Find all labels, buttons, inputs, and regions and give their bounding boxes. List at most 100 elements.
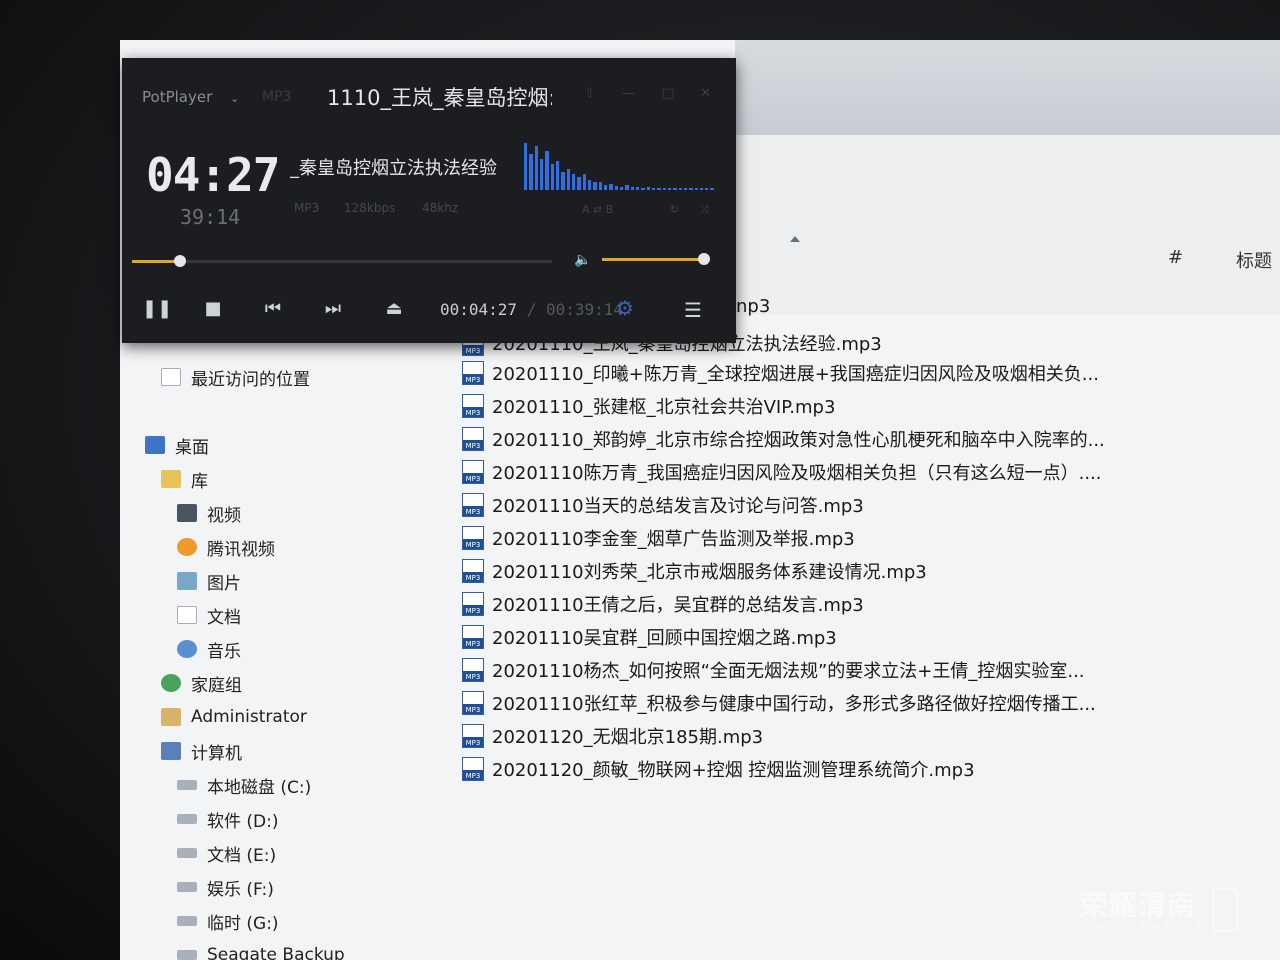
- seek-bar-handle[interactable]: [173, 255, 186, 267]
- pause-icon[interactable]: ❚❚: [142, 298, 172, 319]
- spectrum-bar: [625, 185, 629, 190]
- spectrum-bar: [678, 188, 682, 190]
- file-name: 20201120_无烟北京185期.mp3: [492, 726, 764, 748]
- volume-slider[interactable]: [602, 253, 710, 265]
- spectrum-bar: [529, 154, 533, 190]
- nav-item[interactable]: 库: [145, 462, 445, 496]
- nav-item[interactable]: Administrator: [145, 700, 445, 734]
- spectrum-bar: [657, 188, 661, 190]
- nav-item[interactable]: 家庭组: [145, 666, 445, 700]
- list-item[interactable]: 20201110刘秀荣_北京市戒烟服务体系建设情况.mp3: [462, 554, 1280, 587]
- file-name: 20201120_颜敏_物联网+控烟 控烟监测管理系统简介.mp3: [492, 759, 975, 781]
- list-item[interactable]: 20201110当天的总结发言及讨论与问答.mp3: [462, 488, 1280, 521]
- mp3-file-icon: [462, 558, 484, 583]
- mp3-file-icon: [462, 723, 484, 748]
- spectrum-visualizer: [524, 138, 714, 190]
- mp3-file-icon: [462, 393, 484, 418]
- nav-item[interactable]: 软件 (D:): [145, 802, 445, 836]
- next-icon[interactable]: ⏭: [321, 298, 345, 319]
- watermark-logo: 荣耀渭南: [1080, 889, 1197, 922]
- mp3-file-icon: [462, 360, 484, 385]
- volume-slider-handle[interactable]: [698, 253, 710, 265]
- list-item[interactable]: 20201110李金奎_烟草广告监测及举报.mp3: [462, 521, 1280, 554]
- spectrum-bar: [694, 188, 698, 190]
- list-item[interactable]: 20201110陈万青_我国癌症归因风险及吸烟相关负担（只有这么短一点）....: [462, 455, 1280, 488]
- nav-item[interactable]: 本地磁盘 (C:): [145, 768, 445, 802]
- spectrum-bar: [534, 146, 538, 190]
- nav-item-label: Administrator: [191, 707, 307, 727]
- nav-item-label: 计算机: [191, 743, 242, 764]
- track-title: _秦皇岛控烟立法执法经验: [290, 158, 497, 179]
- list-item[interactable]: 20201110吴宜群_回顾中国控烟之路.mp3: [462, 620, 1280, 653]
- spectrum-bar: [524, 143, 528, 190]
- format-tag: MP3: [262, 89, 292, 105]
- nav-item-label: 家庭组: [191, 675, 242, 696]
- minimize-icon[interactable]: —: [622, 86, 636, 101]
- menu-icon[interactable]: ☰: [684, 298, 702, 322]
- seek-bar[interactable]: [132, 255, 552, 267]
- nav-item-label: 最近访问的位置: [191, 369, 310, 390]
- list-item[interactable]: 20201110王倩之后，吴宜群的总结发言.mp3: [462, 587, 1280, 620]
- player-brand[interactable]: PotPlayer: [142, 88, 212, 106]
- volume-icon[interactable]: 🔈: [574, 252, 591, 268]
- spectrum-bar: [561, 172, 565, 190]
- file-name: 20201110_张建枢_北京社会共治VIP.mp3: [492, 396, 836, 418]
- mp3-file-icon: [462, 492, 484, 517]
- nav-item[interactable]: 桌面: [145, 428, 445, 462]
- nav-item[interactable]: 音乐: [145, 632, 445, 666]
- nav-item-label: 音乐: [207, 641, 241, 662]
- column-header-title[interactable]: 标题: [1236, 247, 1272, 273]
- stop-icon[interactable]: ■: [201, 298, 225, 319]
- mp3-file-icon: [462, 426, 484, 451]
- sort-arrow-icon[interactable]: [790, 236, 800, 242]
- drive-icon: [177, 848, 197, 858]
- pin-icon[interactable]: ⇧: [584, 86, 598, 101]
- nav-item[interactable]: 娱乐 (F:): [145, 870, 445, 904]
- nav-item-label: 腾讯视频: [207, 539, 275, 560]
- list-item[interactable]: 20201110_印曦+陈万青_全球控烟进展+我国癌症归因风险及吸烟相关负...: [462, 356, 1280, 389]
- close-icon[interactable]: ✕: [700, 86, 714, 101]
- nav-item[interactable]: 视频: [145, 496, 445, 530]
- shuffle-icon[interactable]: ⤨: [700, 203, 709, 217]
- a-b-repeat-icon[interactable]: A ⇄ B: [582, 203, 613, 216]
- drive-icon: [177, 950, 197, 960]
- time-total: / 00:39:14: [526, 300, 624, 319]
- video-icon: [177, 504, 197, 522]
- nav-item[interactable]: 文档: [145, 598, 445, 632]
- bitrate-label: 128kbps: [344, 201, 396, 215]
- list-item[interactable]: 20201120_无烟北京185期.mp3: [462, 719, 1280, 752]
- nav-item[interactable]: 腾讯视频: [145, 530, 445, 564]
- spectrum-bar: [593, 182, 597, 190]
- nav-item[interactable]: Seagate Backup: [145, 938, 445, 960]
- nav-item[interactable]: 临时 (G:): [145, 904, 445, 938]
- nav-item[interactable]: 图片: [145, 564, 445, 598]
- loop-icon[interactable]: ↻: [670, 203, 679, 216]
- list-item[interactable]: 20201110杨杰_如何按照“全面无烟法规”的要求立法+王倩_控烟实验室...: [462, 653, 1280, 686]
- gear-icon[interactable]: ⚙: [616, 296, 634, 320]
- column-header-number[interactable]: #: [1168, 247, 1183, 268]
- list-item[interactable]: 20201110_张建枢_北京社会共治VIP.mp3: [462, 389, 1280, 422]
- drive-icon: [177, 780, 197, 790]
- nav-item-label: 文档: [207, 607, 241, 628]
- list-item[interactable]: 20201120_颜敏_物联网+控烟 控烟监测管理系统简介.mp3: [462, 752, 1280, 785]
- list-item[interactable]: 20201110_郑韵婷_北京市综合控烟政策对急性心肌梗死和脑卒中入院率的...: [462, 422, 1280, 455]
- previous-icon[interactable]: ⏮: [261, 298, 285, 319]
- nav-item[interactable]: 计算机: [145, 734, 445, 768]
- mp3-file-icon: [462, 459, 484, 484]
- eject-icon[interactable]: ⏏: [382, 298, 406, 319]
- nav-item[interactable]: 最近访问的位置: [145, 360, 445, 394]
- maximize-icon[interactable]: □: [662, 86, 676, 101]
- nav-item[interactable]: 文档 (E:): [145, 836, 445, 870]
- list-item[interactable]: 20201110张红苹_积极参与健康中国行动，多形式多路径做好控烟传播工...: [462, 686, 1280, 719]
- user-icon: [161, 708, 181, 726]
- nav-item-label: 娱乐 (F:): [207, 879, 274, 900]
- file-name: 20201110王倩之后，吴宜群的总结发言.mp3: [492, 594, 864, 616]
- nav-item-label: 本地磁盘 (C:): [207, 777, 312, 798]
- spectrum-bar: [646, 187, 650, 190]
- chevron-down-icon[interactable]: ⌄: [230, 92, 239, 105]
- spectrum-bar: [619, 187, 624, 190]
- navigation-pane: 桌面最近访问的位置桌面库视频腾讯视频图片文档音乐家庭组Administrator…: [145, 360, 445, 960]
- elapsed-time: 04:27: [146, 148, 280, 202]
- file-name: 20201110_郑韵婷_北京市综合控烟政策对急性心肌梗死和脑卒中入院率的...: [492, 429, 1105, 451]
- drive-icon: [177, 814, 197, 824]
